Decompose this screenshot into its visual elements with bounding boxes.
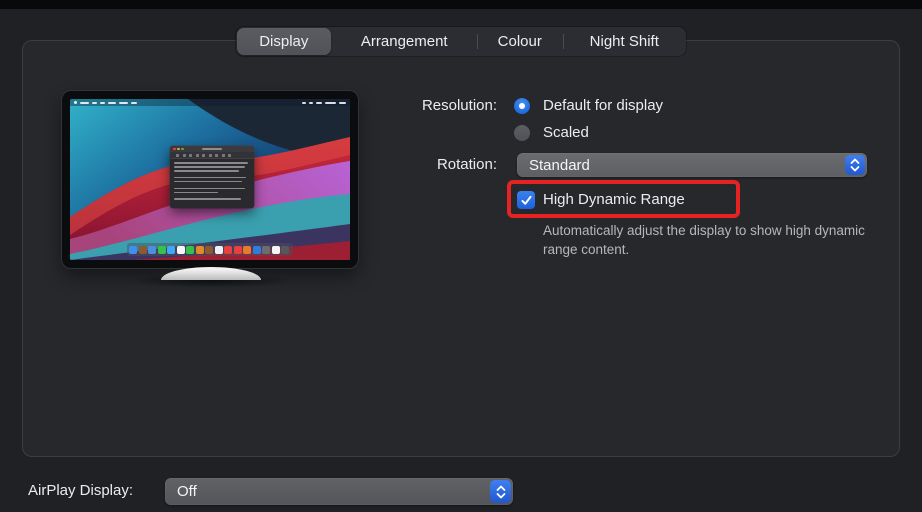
hdr-description: Automatically adjust the display to show… — [543, 223, 865, 257]
radio-default-for-display-label[interactable]: Default for display — [543, 97, 663, 115]
dock-app-icon — [271, 245, 280, 254]
display-preview — [62, 91, 358, 268]
text-line — [174, 162, 248, 164]
tab-divider — [562, 34, 564, 49]
preview-window-toolbar — [170, 152, 254, 159]
radio-scaled[interactable] — [514, 125, 530, 141]
display-tab-bar: Display Arrangement Colour Night Shift — [236, 27, 686, 56]
radio-scaled-label[interactable]: Scaled — [543, 124, 589, 142]
radio-default-for-display[interactable] — [514, 98, 530, 114]
hdr-highlight-box — [507, 180, 740, 218]
dock-app-icon — [148, 245, 156, 254]
dock-app-icon — [214, 245, 223, 254]
dock-app-icon — [224, 245, 232, 254]
apple-icon — [74, 101, 77, 104]
display-stand — [161, 267, 261, 280]
traffic-light-close-icon — [173, 147, 176, 151]
menu-item-mark — [316, 101, 322, 104]
dock-app-icon — [233, 245, 242, 254]
toolbar-icon — [221, 153, 225, 157]
text-line — [174, 170, 240, 172]
dock-app-icon — [138, 245, 147, 254]
toolbar-icon — [195, 153, 199, 157]
menu-item-mark — [119, 101, 128, 104]
toolbar-icon — [228, 153, 231, 157]
chevron-up-down-icon — [845, 155, 865, 175]
rotation-dropdown[interactable]: Standard — [517, 153, 867, 177]
tab-colour[interactable]: Colour — [476, 27, 563, 56]
dock-app-icon — [262, 245, 270, 254]
preview-status-icons — [302, 101, 346, 104]
tab-label: Arrangement — [360, 33, 448, 50]
dock-app-icon — [129, 245, 137, 254]
menu-item-mark — [309, 101, 313, 104]
traffic-light-zoom-icon — [181, 147, 184, 151]
toolbar-icon — [189, 153, 192, 157]
tab-night-shift[interactable]: Night Shift — [562, 27, 686, 56]
menu-item-mark — [131, 101, 137, 104]
dock-app-icon — [157, 245, 166, 254]
preview-window-title — [202, 148, 222, 150]
text-line — [174, 166, 246, 168]
menu-item-mark — [108, 101, 116, 104]
display-screen — [70, 99, 350, 260]
traffic-light-minimize-icon — [177, 147, 180, 151]
system-preferences-displays-window: { "tabs": { "items": [ { "label": "Displ… — [0, 0, 922, 512]
screen-top-edge — [0, 0, 922, 9]
tab-arrangement[interactable]: Arrangement — [332, 27, 477, 56]
preview-window-titlebar — [170, 146, 254, 152]
chevron-up-down-icon — [490, 480, 511, 503]
tab-label: Display — [259, 33, 309, 50]
airplay-value: Off — [177, 483, 197, 500]
preview-dock — [127, 243, 293, 256]
menu-item-mark — [92, 101, 97, 104]
tab-divider — [476, 34, 478, 49]
dock-app-icon — [252, 245, 261, 254]
resolution-label: Resolution: — [421, 97, 497, 114]
text-line — [174, 191, 219, 194]
toolbar-icon — [202, 153, 205, 157]
dock-app-icon — [167, 245, 175, 254]
menu-item-mark — [339, 101, 346, 104]
preview-window-text — [170, 159, 254, 200]
tab-label: Night Shift — [589, 33, 659, 50]
preview-menu-bar — [70, 99, 350, 106]
tab-label: Colour — [497, 33, 542, 50]
rotation-label: Rotation: — [436, 156, 497, 173]
dock-app-icon — [176, 245, 185, 254]
dock-app-icon — [205, 245, 213, 254]
toolbar-icon — [176, 153, 179, 157]
tab-display[interactable]: Display — [237, 28, 331, 55]
dock-app-icon — [186, 245, 194, 254]
rotation-value: Standard — [529, 156, 590, 174]
menu-item-mark — [302, 101, 306, 104]
menu-item-mark — [100, 101, 105, 104]
preview-window — [170, 146, 254, 208]
dock-app-icon — [243, 245, 251, 254]
text-line — [174, 198, 241, 200]
dock-app-icon — [195, 245, 204, 254]
preview-menu-items — [74, 101, 137, 104]
text-line — [174, 180, 243, 183]
menu-item-mark — [325, 101, 336, 104]
toolbar-icon — [208, 153, 212, 157]
text-line — [174, 176, 247, 179]
toolbar-icon — [182, 153, 186, 157]
dock-app-icon — [281, 245, 289, 254]
airplay-display-label: AirPlay Display: — [28, 482, 134, 499]
text-line — [174, 187, 245, 190]
toolbar-icon — [215, 153, 218, 157]
menu-item-mark — [80, 101, 89, 104]
airplay-display-dropdown[interactable]: Off — [165, 478, 513, 505]
display-stand-base — [161, 267, 261, 280]
